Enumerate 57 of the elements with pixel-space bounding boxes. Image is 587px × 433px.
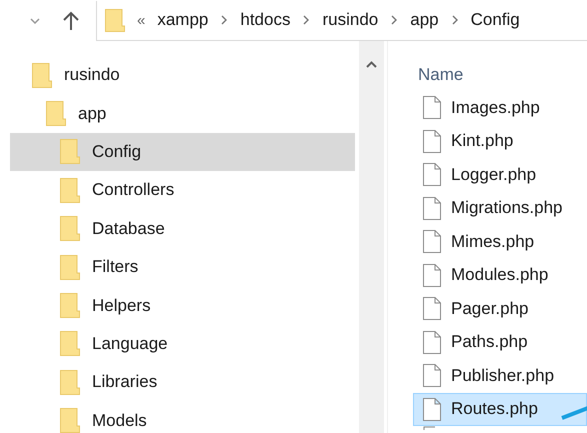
folder-tree-item[interactable]: app [10, 94, 355, 133]
file-icon [423, 364, 441, 388]
overflow-chevron[interactable]: « [137, 12, 146, 28]
folder-icon [60, 408, 80, 433]
folder-icon [46, 101, 66, 126]
scroll-up-icon[interactable] [366, 61, 377, 68]
folder-icon [60, 178, 80, 203]
file-icon [423, 196, 441, 220]
folder-icon [105, 8, 125, 32]
folder-tree-item[interactable]: rusindo [10, 56, 355, 94]
folder-icon [60, 216, 80, 242]
scrollbar[interactable] [359, 41, 384, 433]
folder-icon [60, 370, 80, 395]
folder-tree-item[interactable]: Config [10, 132, 355, 172]
breadcrumb-link[interactable]: rusindo [320, 10, 380, 30]
chevron-right-icon[interactable] [452, 15, 458, 25]
folder-tree-item[interactable]: Controllers [10, 171, 355, 210]
column-header[interactable]: Name [418, 65, 464, 85]
folder-tree-item[interactable]: Database [10, 210, 355, 248]
file-icon [423, 230, 441, 254]
folder-tree-item[interactable]: Language [10, 324, 355, 364]
file-icon [423, 330, 441, 354]
folder-tree-item[interactable]: Filters [10, 248, 355, 286]
folder-icon [60, 139, 80, 164]
file-icon [423, 297, 441, 320]
folder-icon [60, 254, 80, 280]
file-item[interactable]: Images.php [413, 91, 587, 124]
file-item[interactable]: Logger.php [413, 158, 587, 192]
file-item[interactable]: Routes.php [413, 392, 587, 426]
folder-icon [32, 62, 52, 88]
file-item[interactable]: Pager.php [413, 292, 587, 326]
file-icon [423, 96, 441, 120]
folder-tree-item[interactable]: Helpers [10, 286, 355, 325]
file-item[interactable]: Migrations.php [413, 192, 587, 225]
file-icon [423, 398, 441, 421]
file-item[interactable]: Kint.php [413, 124, 587, 158]
file-item[interactable]: Mimes.php [413, 225, 587, 258]
folder-icon [60, 293, 80, 318]
up-arrow-icon[interactable] [62, 10, 80, 30]
breadcrumb-link[interactable]: Config [468, 10, 522, 30]
file-icon [423, 264, 441, 287]
chevron-right-icon[interactable] [221, 15, 228, 25]
breadcrumb-link[interactable]: htdocs [238, 10, 292, 30]
file-item[interactable]: Publisher.php [413, 359, 587, 392]
folder-tree-item[interactable]: Libraries [10, 363, 355, 402]
folder-icon [60, 331, 80, 356]
breadcrumb-link[interactable]: xampp [155, 10, 210, 30]
file-item[interactable]: Modules.php [413, 258, 587, 292]
chevron-right-icon[interactable] [391, 15, 398, 25]
dropdown-chevron-icon[interactable] [30, 18, 40, 24]
file-item[interactable]: Paths.php [413, 326, 587, 359]
file-icon [423, 163, 441, 186]
folder-tree-item[interactable]: Models [10, 402, 355, 433]
address-bar[interactable]: « xampp htdocs rusindo app Config [96, 0, 587, 40]
breadcrumb-link[interactable]: app [408, 10, 441, 30]
chevron-right-icon[interactable] [303, 15, 310, 25]
file-icon [423, 130, 441, 153]
